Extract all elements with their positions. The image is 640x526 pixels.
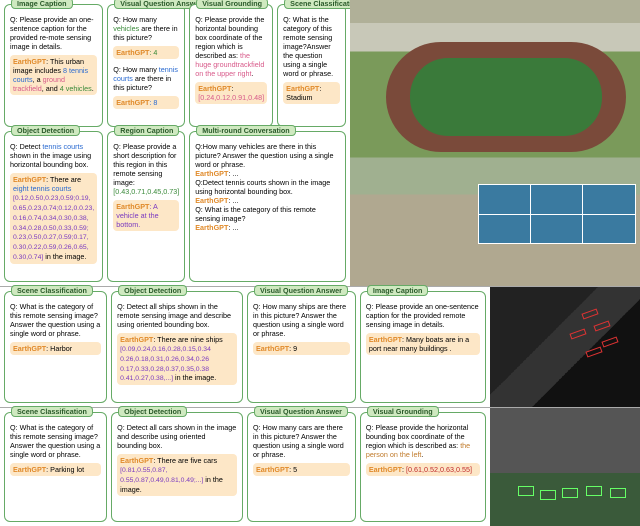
question: Q: How many ships are there in this pict… xyxy=(253,302,350,338)
card-visual-grounding: Visual Grounding Q: Please provide the h… xyxy=(189,4,273,127)
answer: EarthGPT: Parking lot xyxy=(10,463,101,476)
question: Q: What is the category of this remote s… xyxy=(10,423,101,459)
boat-box-icon xyxy=(569,328,586,339)
card-multi-round: Multi-round Conversation Q:How many vehi… xyxy=(189,131,346,282)
question: Q: Please provide the horizontal boundin… xyxy=(366,423,480,459)
card-title: Visual Grounding xyxy=(367,406,439,417)
card-title: Scene Classification xyxy=(11,285,93,296)
answer: EarthGPT: 5 xyxy=(253,463,350,476)
card-title: Object Detection xyxy=(118,406,187,417)
turn: Q:Detect tennis courts shown in the imag… xyxy=(195,178,340,196)
row1-cards: Image Caption Q: Please provide an one-s… xyxy=(0,0,350,286)
question: Q: Please provide the horizontal boundin… xyxy=(195,15,267,78)
question: Q: Detect all cars shown in the image an… xyxy=(117,423,237,450)
row3-cards: Scene Classification Q: What is the cate… xyxy=(0,408,490,526)
answer: EarthGPT: Stadium xyxy=(283,82,340,104)
car-box-icon xyxy=(586,486,602,496)
question: Q: Please provide an one-sentence captio… xyxy=(10,15,97,51)
card-region-caption: Region Caption Q: Please provide a short… xyxy=(107,131,185,282)
question: Q: Please provide an one-sentence captio… xyxy=(366,302,480,329)
card-vqa: Visual Question Answer Q: How many cars … xyxy=(247,412,356,522)
sar-image xyxy=(490,287,640,407)
answer: EarthGPT: [0.24,0.12,0.91,0.48] xyxy=(195,82,267,104)
question: Q: Detect tennis courts shown in the ima… xyxy=(10,142,97,169)
boat-box-icon xyxy=(601,336,618,347)
card-title: Visual Grounding xyxy=(196,0,268,9)
infrared-image xyxy=(490,408,640,526)
question: Q: What is the category of this remote s… xyxy=(283,15,340,78)
field-shape xyxy=(410,58,602,136)
answer: EarthGPT: There are five cars [0.81,0.55… xyxy=(117,454,237,496)
card-title: Visual Question Answer xyxy=(254,406,348,417)
answer: EarthGPT: There are nine ships [0.09,0.2… xyxy=(117,333,237,385)
card-title: Region Caption xyxy=(114,125,179,136)
turn: Q: What is the category of this remote s… xyxy=(195,205,340,223)
question: Q: How many tennis courts are there in t… xyxy=(113,65,179,92)
row-optical: Image Caption Q: Please provide an one-s… xyxy=(0,0,640,287)
question: Q: Detect all ships shown in the remote … xyxy=(117,302,237,329)
optical-satellite-image xyxy=(350,0,640,286)
question: Q: Please provide a short description fo… xyxy=(113,142,179,196)
card-image-caption: Image Caption Q: Please provide an one-s… xyxy=(4,4,103,127)
answer: EarthGPT: This urban image includes 8 te… xyxy=(10,55,97,95)
card-title: Image Caption xyxy=(367,285,429,296)
card-scene: Scene Classification Q: What is the cate… xyxy=(277,4,346,127)
turn: EarthGPT: ... xyxy=(195,196,340,205)
answer: EarthGPT: A vehicle at the bottom. xyxy=(113,200,179,231)
turn: Q:How many vehicles are there in this pi… xyxy=(195,142,340,169)
car-box-icon xyxy=(610,488,626,498)
boat-box-icon xyxy=(585,346,602,357)
tennis-courts-shape xyxy=(478,184,636,244)
card-object-detection: Object Detection Q: Detect all cars show… xyxy=(111,412,243,522)
card-image-caption: Image Caption Q: Please provide an one-s… xyxy=(360,291,486,403)
row2-cards: Scene Classification Q: What is the cate… xyxy=(0,287,490,407)
card-title: Image Caption xyxy=(11,0,73,9)
answer: EarthGPT: Harbor xyxy=(10,342,101,355)
boat-box-icon xyxy=(581,308,598,319)
answer: EarthGPT: There are eight tennis courts … xyxy=(10,173,97,264)
card-vqa: Visual Question Answer Q: How many ships… xyxy=(247,291,356,403)
row-infrared: Scene Classification Q: What is the cate… xyxy=(0,408,640,526)
card-scene: Scene Classification Q: What is the cate… xyxy=(4,291,107,403)
card-title: Visual Question Answer xyxy=(254,285,348,296)
question: Q: How many vehicles are there in this p… xyxy=(113,15,179,42)
card-title: Object Detection xyxy=(118,285,187,296)
question: Q: What is the category of this remote s… xyxy=(10,302,101,338)
card-title: Object Detection xyxy=(11,125,80,136)
boat-box-icon xyxy=(593,320,610,331)
answer: EarthGPT: 4 xyxy=(113,46,179,59)
answer: EarthGPT: Many boats are in a port near … xyxy=(366,333,480,355)
car-box-icon xyxy=(562,488,578,498)
model-name: EarthGPT xyxy=(13,57,46,66)
car-box-icon xyxy=(518,486,534,496)
card-title: Scene Classification xyxy=(11,406,93,417)
answer: EarthGPT: 9 xyxy=(253,342,350,355)
question: Q: How many cars are there in this pictu… xyxy=(253,423,350,459)
card-vqa: Visual Question Answer Q: How many vehic… xyxy=(107,4,185,127)
card-object-detection: Object Detection Q: Detect all ships sho… xyxy=(111,291,243,403)
card-object-detection: Object Detection Q: Detect tennis courts… xyxy=(4,131,103,282)
answer: EarthGPT: 8 xyxy=(113,96,179,109)
answer: EarthGPT: [0.61,0.52,0.63,0.55] xyxy=(366,463,480,476)
card-scene: Scene Classification Q: What is the cate… xyxy=(4,412,107,522)
turn: EarthGPT: ... xyxy=(195,169,340,178)
figure: Image Caption Q: Please provide an one-s… xyxy=(0,0,640,526)
card-visual-grounding: Visual Grounding Q: Please provide the h… xyxy=(360,412,486,522)
turn: EarthGPT: ... xyxy=(195,223,340,232)
card-title: Multi-round Conversation xyxy=(196,125,295,136)
row-sar: Scene Classification Q: What is the cate… xyxy=(0,287,640,408)
car-box-icon xyxy=(540,490,556,500)
